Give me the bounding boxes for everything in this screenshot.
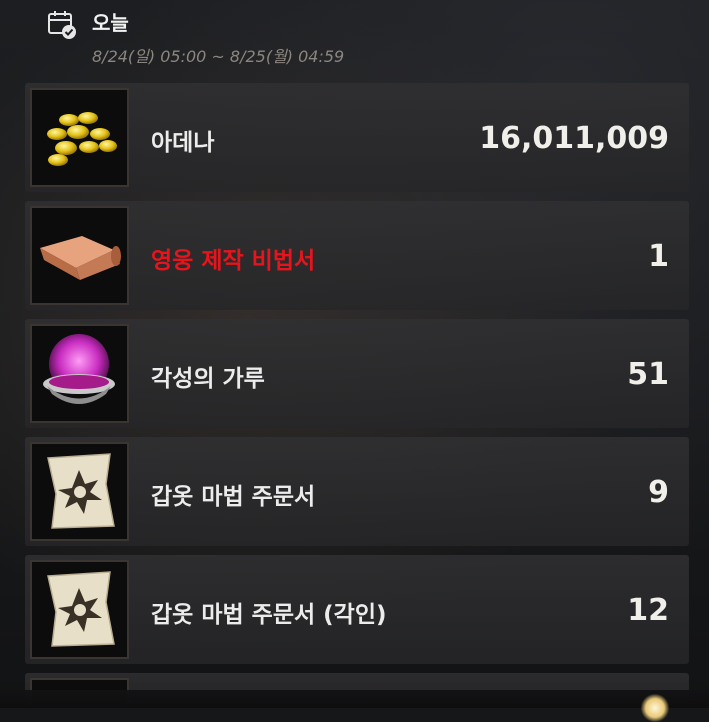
- page-title: 오늘: [92, 11, 129, 35]
- today-header: 오늘 8/24(일) 05:00 ~ 8/25(월) 04:59: [0, 0, 709, 72]
- item-name: 아데나: [151, 130, 215, 156]
- list-item[interactable]: 각성의 가루 51: [25, 319, 689, 428]
- list-item[interactable]: 아데나 16,011,009: [25, 83, 689, 192]
- list-item[interactable]: 갑옷 마법 주문서 (각인) 12: [25, 555, 689, 664]
- armor-scroll-icon: [30, 442, 129, 541]
- calendar-check-icon: [48, 11, 76, 39]
- item-name: 각성의 가루: [151, 366, 265, 392]
- armor-scroll-icon: [30, 560, 129, 659]
- recipe-scroll-icon: [30, 206, 129, 305]
- list-item[interactable]: 갑옷 마법 주문서 9: [25, 437, 689, 546]
- list-item[interactable]: 영웅 제작 비법서 1: [25, 201, 689, 310]
- item-count: 12: [627, 593, 669, 628]
- glow-indicator: [640, 694, 670, 722]
- item-count: 9: [648, 475, 669, 510]
- item-count: 16,011,009: [479, 121, 669, 156]
- date-range: 8/24(일) 05:00 ~ 8/25(월) 04:59: [92, 47, 345, 66]
- adena-coins-icon: [30, 88, 129, 187]
- awakening-powder-icon: [30, 324, 129, 423]
- item-list: 아데나 16,011,009 영웅 제작 비법서 1 각성의 가루 51 갑옷 …: [25, 83, 689, 708]
- item-name: 갑옷 마법 주문서: [151, 484, 316, 510]
- bottom-bar: [0, 690, 709, 708]
- item-name: 영웅 제작 비법서: [151, 248, 316, 274]
- item-name: 갑옷 마법 주문서 (각인): [151, 602, 387, 628]
- item-count: 51: [627, 357, 669, 392]
- item-count: 1: [648, 239, 669, 274]
